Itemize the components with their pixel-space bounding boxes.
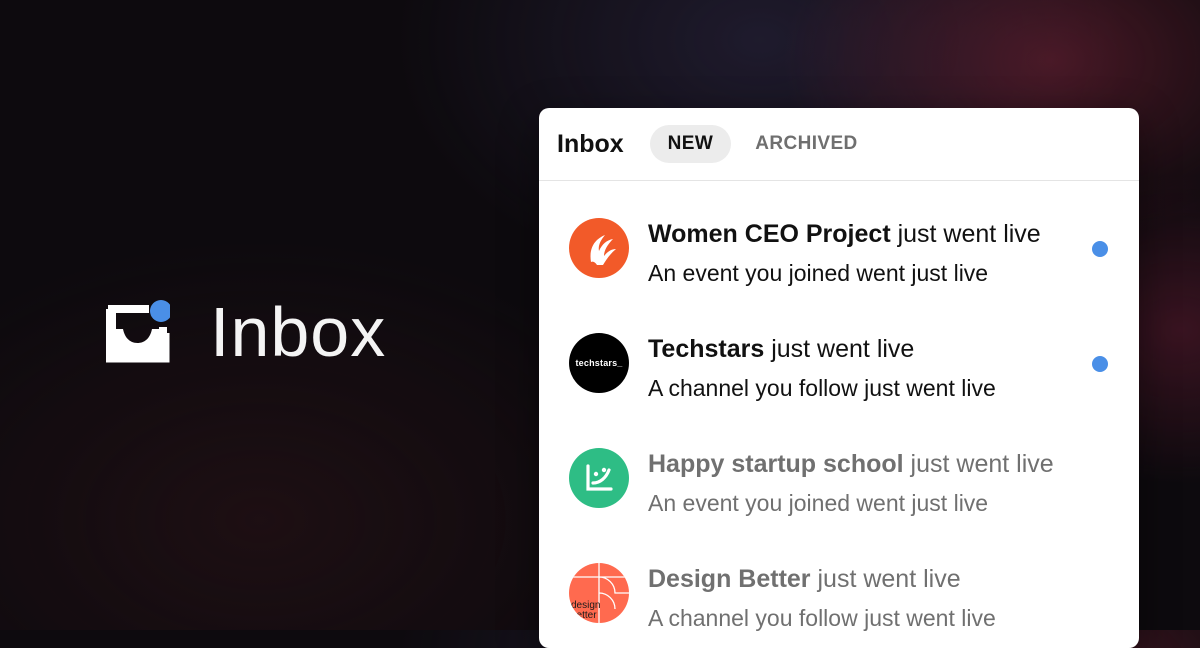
inbox-panel: Inbox NEW ARCHIVED Women CEO Project jus…: [539, 108, 1139, 648]
notification-detail: A channel you follow just went live: [648, 375, 996, 401]
panel-title: Inbox: [557, 129, 624, 158]
notification-title: Women CEO Project just went live: [648, 219, 1041, 249]
notification-item[interactable]: Women CEO Project just went live An even…: [539, 181, 1139, 296]
notification-title: Techstars just went live: [648, 334, 996, 364]
unread-dot: [1092, 356, 1108, 372]
notification-source: Design Better: [648, 565, 811, 593]
notification-detail: An event you joined went just live: [648, 260, 989, 286]
tab-archived[interactable]: ARCHIVED: [755, 133, 857, 155]
women-ceo-project-logo: [569, 218, 629, 278]
notification-source: Women CEO Project: [648, 220, 891, 248]
notification-badge: [150, 300, 172, 322]
notification-item[interactable]: design better Design Better just went li…: [539, 526, 1139, 641]
design-better-logo: design better: [569, 563, 629, 623]
notification-suffix: just went live: [903, 450, 1054, 478]
notification-detail: An event you joined went just live: [648, 490, 989, 516]
notification-suffix: just went live: [764, 335, 915, 363]
unread-dot: [1092, 241, 1108, 257]
tab-new[interactable]: NEW: [649, 125, 732, 163]
design-better-logo-text: design better: [571, 600, 601, 621]
brand-label: Inbox: [210, 293, 387, 371]
notification-source: Happy startup school: [648, 450, 904, 478]
notification-suffix: just went live: [810, 565, 961, 593]
notification-item[interactable]: techstars_ Techstars just went live A ch…: [539, 296, 1139, 411]
notification-title: Design Better just went live: [648, 564, 996, 594]
happy-startup-school-logo: [569, 448, 629, 508]
techstars-logo: techstars_: [569, 333, 629, 393]
panel-header: Inbox NEW ARCHIVED: [539, 108, 1139, 181]
techstars-logo-text: techstars_: [575, 358, 623, 368]
inbox-tray-icon: [105, 299, 172, 363]
notification-item[interactable]: Happy startup school just went live An e…: [539, 411, 1139, 526]
notification-suffix: just went live: [890, 220, 1041, 248]
notification-source: Techstars: [648, 335, 765, 363]
notification-title: Happy startup school just went live: [648, 449, 1054, 479]
brand-lockup: Inbox: [105, 293, 387, 371]
notification-detail: A channel you follow just went live: [648, 605, 996, 631]
